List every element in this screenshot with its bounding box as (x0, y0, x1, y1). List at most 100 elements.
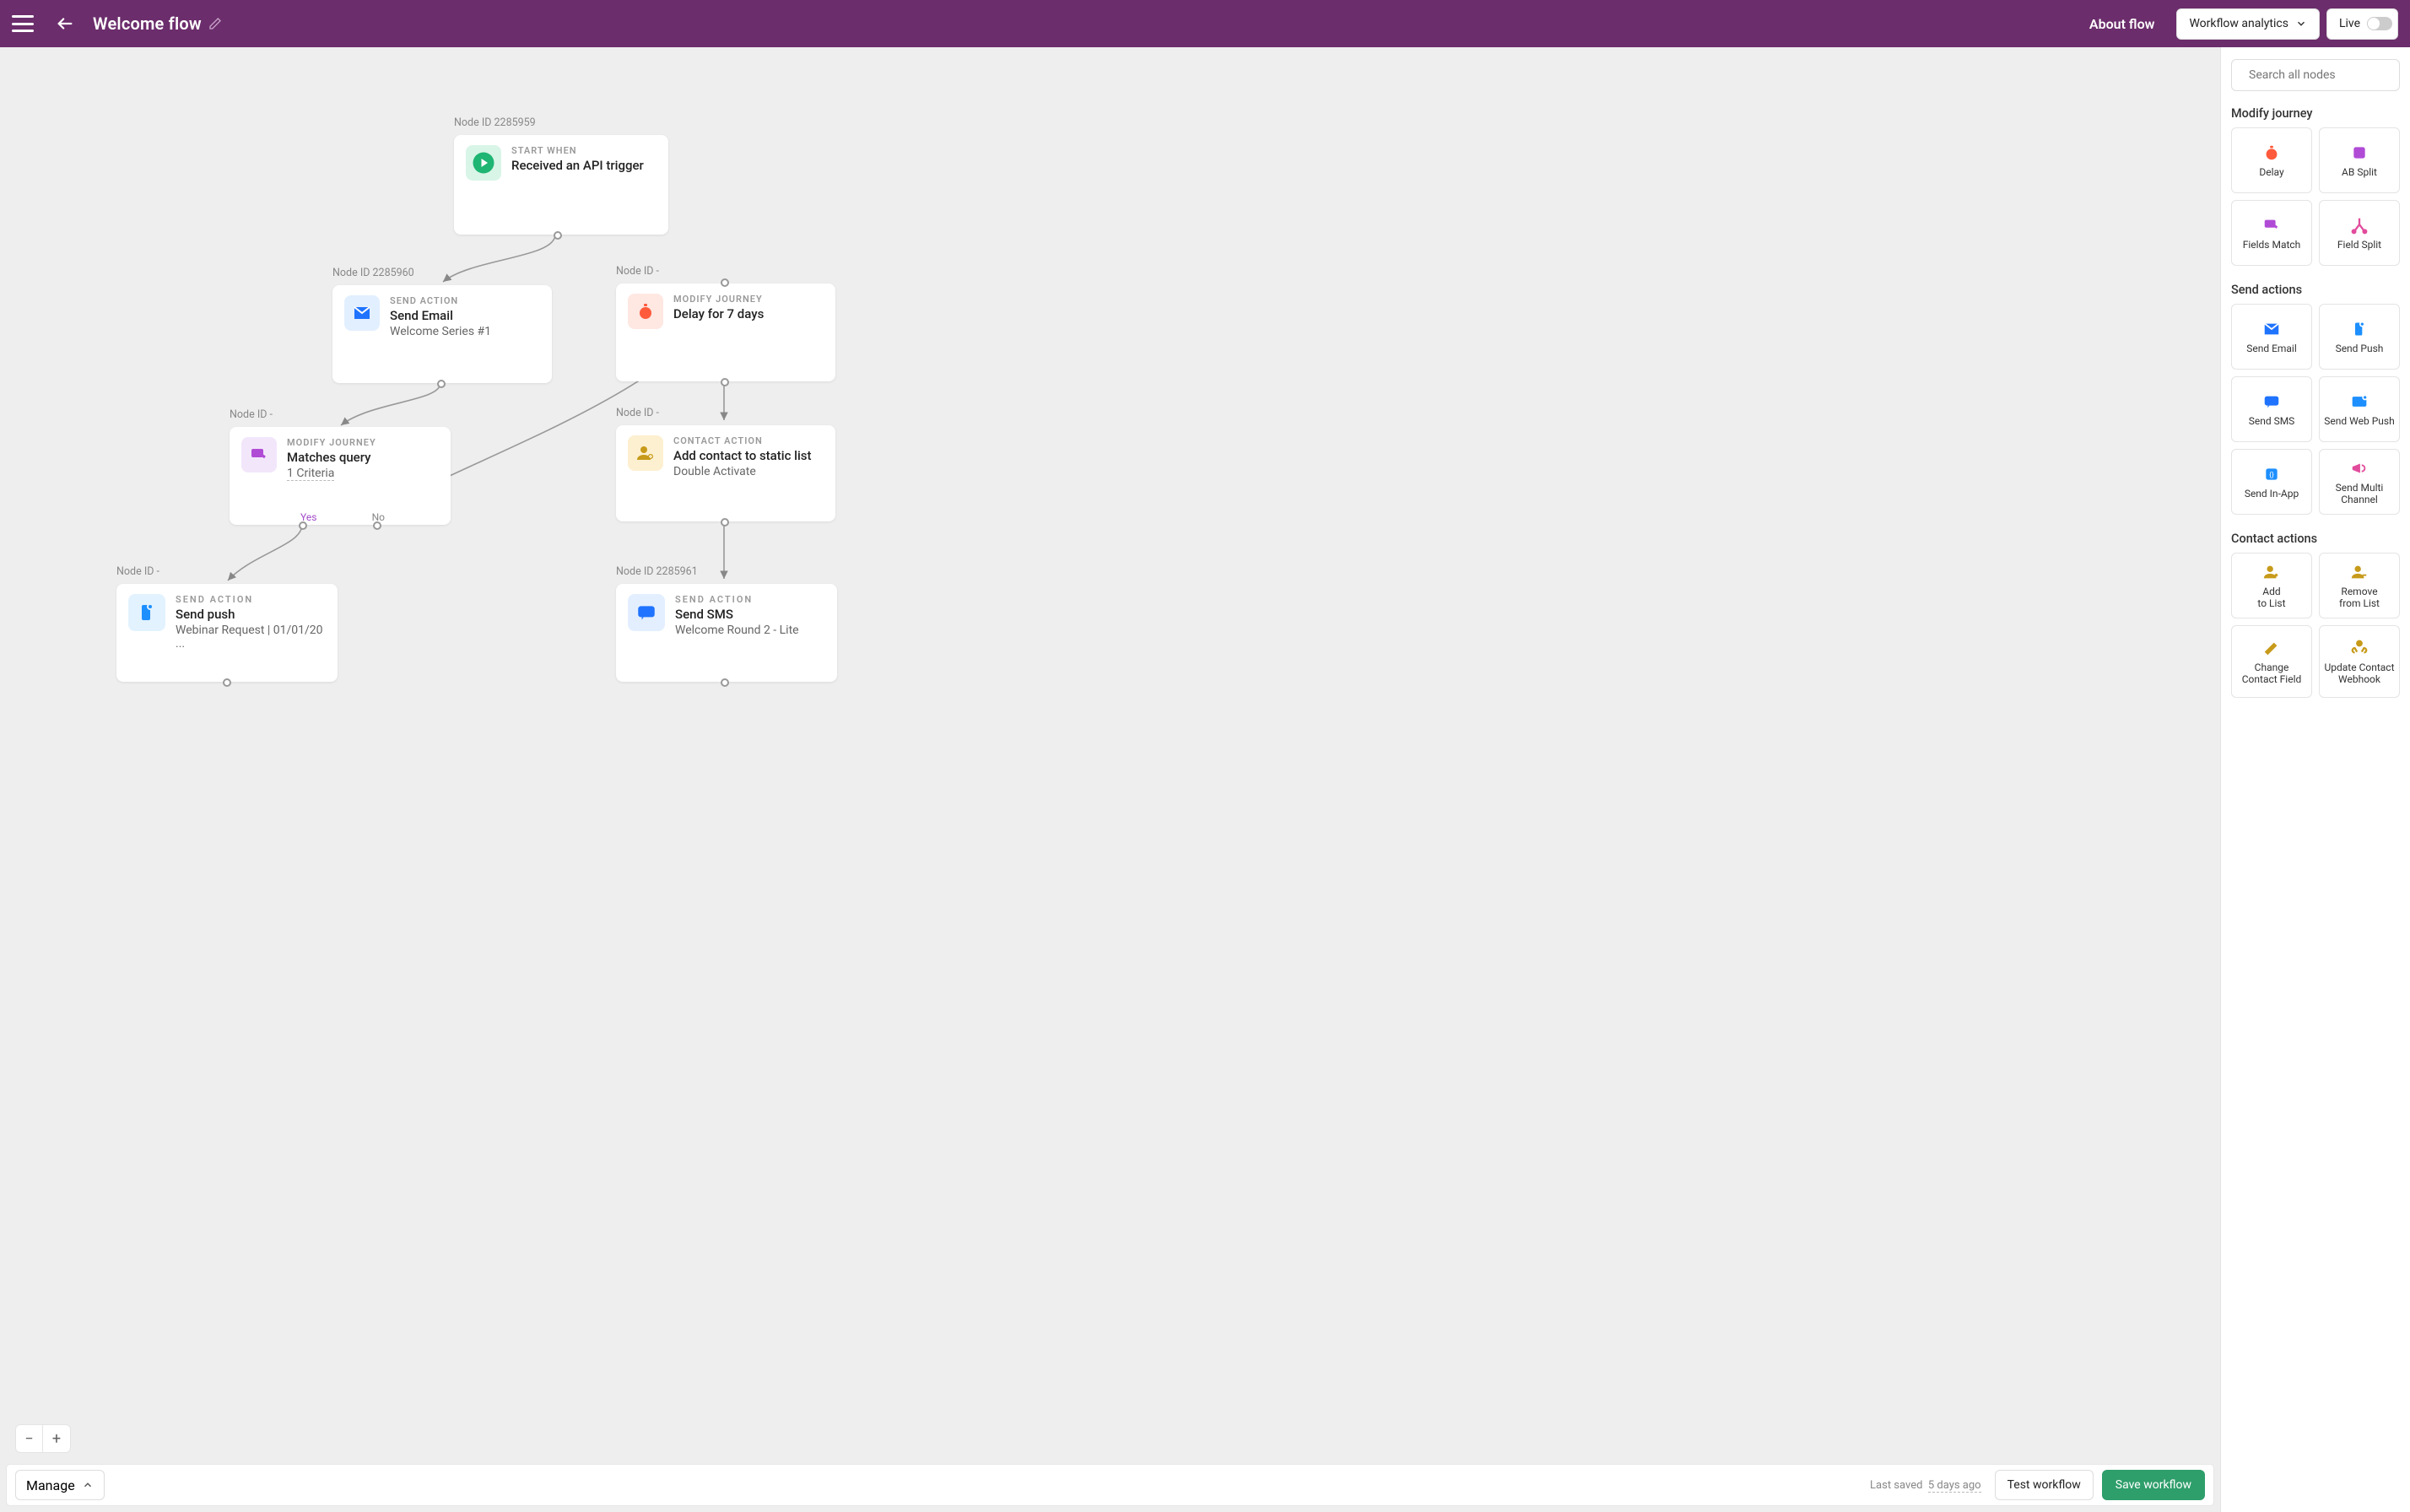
search-input[interactable] (2249, 68, 2399, 82)
inapp-icon: {} (2261, 464, 2282, 484)
palette-fieldsplit[interactable]: Field Split (2319, 200, 2400, 266)
manage-label: Manage (26, 1477, 75, 1493)
node-cat: SEND ACTION (675, 594, 799, 605)
palette-label: Fields Match (2243, 239, 2301, 251)
palette-absplit[interactable]: AB Split (2319, 127, 2400, 193)
node-title: Received an API trigger (511, 158, 644, 173)
test-workflow-button[interactable]: Test workflow (1995, 1470, 2094, 1500)
node-send-sms[interactable]: Node ID 2285961 SEND ACTION Send SMS Wel… (616, 584, 837, 682)
node-subtitle: Webinar Request | 01/01/20 ... (176, 624, 326, 651)
manage-button[interactable]: Manage (15, 1470, 105, 1500)
add-contact-icon (628, 435, 663, 471)
node-cat: CONTACT ACTION (673, 435, 812, 446)
node-cat: MODIFY JOURNEY (673, 294, 764, 305)
last-saved: Last saved 5 days ago (1870, 1479, 1981, 1492)
connector-dot[interactable] (721, 518, 729, 526)
palette-fieldsmatch[interactable]: Fields Match (2231, 200, 2312, 266)
add-contact-icon (2261, 562, 2282, 582)
about-flow-link[interactable]: About flow (2089, 16, 2155, 32)
zoom-out-button[interactable]: − (16, 1425, 43, 1452)
palette-label: Send MultiChannel (2336, 482, 2384, 506)
email-icon (344, 295, 380, 331)
palette-send-multichannel[interactable]: Send MultiChannel (2319, 449, 2400, 515)
panel-head-send: Send actions (2231, 283, 2400, 297)
edit-field-icon (2261, 638, 2282, 658)
palette-label: Send Web Push (2324, 415, 2394, 427)
node-subtitle: Double Activate (673, 465, 812, 478)
node-title: Add contact to static list (673, 448, 812, 463)
node-title: Send SMS (675, 607, 799, 622)
palette-send-inapp[interactable]: {} Send In-App (2231, 449, 2312, 515)
palette-label: Send SMS (2249, 415, 2295, 427)
toggle-off-icon (2367, 17, 2392, 30)
node-title: Send Email (390, 308, 491, 323)
palette-send-webpush[interactable]: Send Web Push (2319, 376, 2400, 442)
fieldsplit-icon (2349, 215, 2369, 235)
palette-send-push[interactable]: Send Push (2319, 304, 2400, 370)
node-id: Node ID 2285960 (332, 267, 414, 279)
node-cat: SEND ACTION (176, 594, 326, 605)
node-add-to-list[interactable]: Node ID - CONTACT ACTION Add contact to … (616, 425, 835, 521)
absplit-icon (2349, 143, 2369, 163)
workflow-analytics-button[interactable]: Workflow analytics (2176, 8, 2320, 40)
search-input-wrap[interactable] (2231, 59, 2400, 91)
title-wrap: Welcome flow (93, 14, 222, 34)
panel-head-modify: Modify journey (2231, 106, 2400, 121)
live-toggle-button[interactable]: Live (2326, 8, 2398, 40)
node-subtitle: Welcome Series #1 (390, 325, 491, 338)
connector-dot[interactable] (437, 380, 446, 388)
node-start[interactable]: Node ID 2285959 START WHEN Received an A… (454, 135, 668, 235)
topbar: Welcome flow About flow Workflow analyti… (0, 0, 2410, 47)
node-id: Node ID - (616, 265, 659, 278)
panel-head-contact: Contact actions (2231, 532, 2400, 546)
palette-label: Send Email (2246, 343, 2297, 354)
node-subtitle: 1 Criteria (287, 467, 334, 481)
node-matches-query[interactable]: Node ID - MODIFY JOURNEY Matches query 1… (230, 427, 451, 525)
palette-delay[interactable]: Delay (2231, 127, 2312, 193)
connector-dot[interactable] (223, 678, 231, 687)
zoom-controls: − + (15, 1424, 71, 1453)
push-icon (2349, 319, 2369, 339)
node-send-email[interactable]: Node ID 2285960 SEND ACTION Send Email W… (332, 285, 552, 383)
connector-dot[interactable] (554, 231, 562, 240)
menu-icon[interactable] (12, 15, 34, 32)
palette-add-to-list[interactable]: Addto List (2231, 553, 2312, 618)
push-icon (128, 594, 165, 631)
zoom-in-button[interactable]: + (43, 1425, 70, 1452)
webpush-icon (2349, 392, 2369, 412)
connector-dot[interactable] (721, 678, 729, 687)
chevron-up-icon (82, 1479, 94, 1491)
palette-remove-from-list[interactable]: Removefrom List (2319, 553, 2400, 618)
palette-label: Addto List (2257, 586, 2285, 610)
connector-dot[interactable] (299, 521, 307, 530)
node-send-push[interactable]: Node ID - SEND ACTION Send push Webinar … (116, 584, 338, 682)
node-title: Delay for 7 days (673, 306, 764, 321)
palette-send-email[interactable]: Send Email (2231, 304, 2312, 370)
node-delay[interactable]: Node ID - MODIFY JOURNEY Delay for 7 day… (616, 284, 835, 381)
node-cat: START WHEN (511, 145, 644, 156)
sms-icon (2261, 392, 2282, 412)
back-arrow-icon[interactable] (56, 14, 74, 33)
palette-label: Removefrom List (2339, 586, 2380, 610)
last-saved-label: Last saved (1870, 1479, 1922, 1492)
live-label: Live (2339, 17, 2360, 30)
fields-match-icon (2261, 215, 2282, 235)
palette-label: Delay (2259, 166, 2283, 178)
palette-send-sms[interactable]: Send SMS (2231, 376, 2312, 442)
workflow-canvas[interactable]: Node ID 2285959 START WHEN Received an A… (0, 47, 2220, 1512)
fields-match-icon (241, 437, 277, 472)
node-title: Send push (176, 607, 326, 622)
connector-dot[interactable] (721, 378, 729, 386)
edit-title-icon[interactable] (208, 17, 222, 30)
save-workflow-button[interactable]: Save workflow (2102, 1470, 2205, 1500)
palette-label: ChangeContact Field (2242, 662, 2302, 686)
connector-dot[interactable] (721, 278, 729, 287)
palette-webhook[interactable]: Update ContactWebhook (2319, 625, 2400, 698)
email-icon (2261, 319, 2282, 339)
connector-dot[interactable] (373, 521, 381, 530)
last-saved-ago: 5 days ago (1928, 1479, 1981, 1493)
chevron-down-icon (2295, 18, 2307, 30)
node-id: Node ID - (616, 407, 659, 419)
palette-change-field[interactable]: ChangeContact Field (2231, 625, 2312, 698)
sms-icon (628, 594, 665, 631)
